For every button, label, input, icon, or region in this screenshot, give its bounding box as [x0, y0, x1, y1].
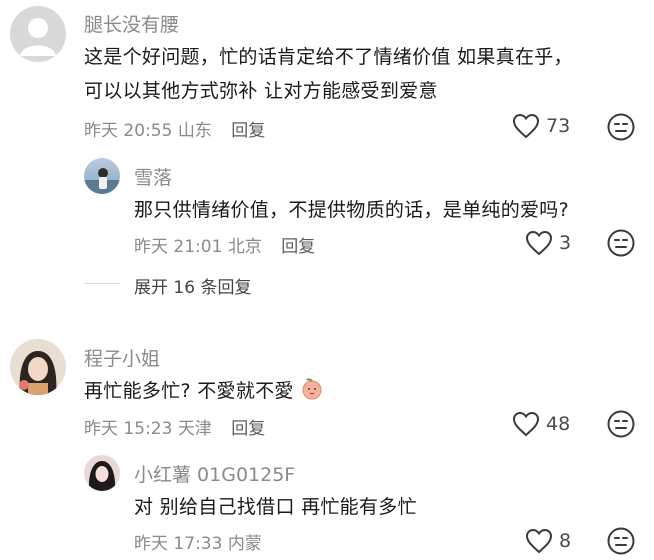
dislike-face-icon — [607, 113, 635, 141]
dislike-face-icon — [607, 410, 635, 438]
avatar-reply-user[interactable] — [84, 455, 120, 491]
avatar-user[interactable] — [10, 339, 66, 395]
dislike-button[interactable] — [606, 526, 636, 560]
reply-button[interactable]: 回复 — [281, 237, 315, 257]
dislike-button[interactable] — [606, 228, 636, 262]
comment-author[interactable]: 程子小姐 — [84, 344, 160, 371]
comment-time: 17:33 — [173, 534, 223, 554]
heart-icon — [512, 411, 540, 437]
comment-text-content: 再忙能多忙? 不愛就不愛 — [84, 380, 294, 402]
comment-meta: 昨天 20:55 山东 回复 — [84, 116, 265, 141]
expand-divider — [84, 283, 120, 284]
avatar-default[interactable] — [10, 6, 66, 62]
peach-emoji-icon — [302, 378, 322, 400]
expand-replies-button[interactable]: 展开 16 条回复 — [134, 273, 251, 298]
reply-button[interactable]: 回复 — [231, 419, 265, 439]
comment-meta: 昨天 15:23 天津 回复 — [84, 414, 265, 439]
dislike-face-icon — [607, 527, 635, 555]
like-count: 3 — [559, 232, 572, 254]
comment-meta: 昨天 21:01 北京 回复 — [134, 232, 315, 257]
comment-date: 昨天 — [134, 534, 168, 554]
comment-location: 天津 — [177, 419, 212, 439]
like-button[interactable]: 73 — [512, 113, 570, 139]
avatar-photo-icon — [19, 351, 57, 395]
comment-date: 昨天 — [84, 419, 118, 439]
dislike-button[interactable] — [606, 409, 636, 443]
heart-icon — [525, 528, 553, 554]
comment-text: 可以以其他方式弥补 让对方能感受到爱意 — [84, 80, 438, 102]
comment-time: 15:23 — [123, 419, 173, 439]
comment-location: 内蒙 — [227, 534, 262, 554]
avatar-photo-icon — [84, 168, 120, 194]
heart-icon — [512, 113, 540, 139]
reply-button[interactable]: 回复 — [231, 121, 265, 141]
user-silhouette-icon — [20, 18, 56, 56]
comment-location: 山东 — [177, 121, 212, 141]
comment-location: 北京 — [227, 237, 262, 257]
comment-text: 那只供情绪价值，不提供物质的话，是单纯的爱吗? — [134, 199, 569, 221]
heart-icon — [525, 230, 553, 256]
comment-author[interactable]: 小红薯 01G0125F — [134, 460, 295, 487]
comment-author[interactable]: 腿长没有腰 — [84, 10, 179, 37]
avatar-reply-user[interactable] — [84, 158, 120, 194]
comment-author[interactable]: 雪落 — [134, 163, 172, 190]
avatar-photo-icon — [88, 461, 116, 491]
comment-date: 昨天 — [84, 121, 118, 141]
like-count: 73 — [546, 115, 571, 137]
comment-text: 这是个好问题，忙的话肯定给不了情绪价值 如果真在乎， — [84, 46, 573, 68]
like-button[interactable]: 8 — [525, 528, 571, 554]
like-button[interactable]: 48 — [512, 411, 570, 437]
comment-meta: 昨天 17:33 内蒙 — [134, 529, 262, 554]
like-button[interactable]: 3 — [525, 230, 571, 256]
comment-date: 昨天 — [134, 237, 168, 257]
dislike-face-icon — [607, 229, 635, 257]
comment-text: 对 别给自己找借口 再忙能有多忙 — [134, 496, 417, 518]
like-count: 48 — [546, 413, 571, 435]
comment-time: 21:01 — [173, 237, 223, 257]
like-count: 8 — [559, 530, 572, 552]
dislike-button[interactable] — [606, 112, 636, 146]
comment-time: 20:55 — [123, 121, 173, 141]
comment-text: 再忙能多忙? 不愛就不愛 — [84, 376, 324, 403]
